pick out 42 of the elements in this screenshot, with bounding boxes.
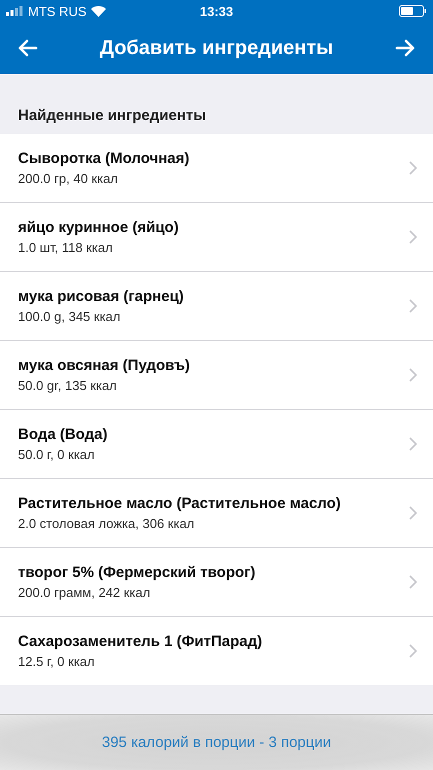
signal-icon [6,6,24,16]
ingredient-detail: 1.0 шт, 118 ккал [18,240,114,255]
ingredient-name: Растительное масло (Растительное масло) [18,495,342,512]
ingredient-row[interactable]: Вода (Вода) 50.0 г, 0 ккал [0,410,433,479]
chevron-icon [409,368,417,382]
screen-title: Добавить ингредиенты [100,36,334,60]
forward-arrow-icon [394,39,415,57]
ingredient-name: Сахарозаменитель 1 (ФитПарад) [18,633,264,650]
portion-summary: 395 калорий в порции - 3 порции [102,734,332,751]
chevron-icon [409,644,417,658]
ingredient-detail: 100.0 g, 345 ккал [18,309,122,324]
ingredient-detail: 200.0 гр, 40 ккал [18,171,119,186]
ingredient-detail: 50.0 г, 0 ккал [18,447,96,462]
ingredient-row[interactable]: Растительное масло (Растительное масло) 2.0 столовая ложка, 306 ккал [0,479,433,548]
carrier-name: MTS RUS [28,4,86,18]
chevron-icon [409,437,417,451]
ingredient-name: Вода (Вода) [18,426,108,443]
ingredient-detail: 12.5 г, 0 ккал [18,654,96,669]
ingredient-name: яйцо куринное (яйцо) [18,219,180,236]
chevron-icon [409,230,417,244]
chevron-icon [409,575,417,589]
chevron-icon [409,161,417,175]
ingredient-name: мука овсяная (Пудовъ) [18,357,191,374]
back-arrow-icon [18,39,38,57]
ingredient-row[interactable]: мука овсяная (Пудовъ) 50.0 gr, 135 ккал [0,341,433,410]
ingredient-row[interactable]: творог 5% (Фермерский творог) 200.0 грамм, 242 ккал [0,548,433,617]
ingredient-name: мука рисовая (гарнец) [18,288,185,305]
ingredient-name: творог 5% (Фермерский творог) [18,564,256,581]
wifi-icon [90,6,106,16]
chevron-icon [409,299,417,313]
ingredient-detail: 200.0 грамм, 242 ккал [18,585,152,600]
ingredient-row[interactable]: яйцо куринное (яйцо) 1.0 шт, 118 ккал [0,203,433,272]
section-title: Найденные ингредиенты [17,106,208,126]
ingredient-detail: 50.0 gr, 135 ккал [18,378,118,393]
ingredient-detail: 2.0 столовая ложка, 306 ккал [18,516,196,531]
ingredient-name: Сыворотка (Молочная) [18,150,190,167]
clock-time: 13:33 [200,4,234,18]
chevron-icon [409,506,417,520]
ingredient-row[interactable]: Сахарозаменитель 1 (ФитПарад) 12.5 г, 0 ккал [0,617,433,685]
ingredient-row[interactable]: Сыворотка (Молочная) 200.0 гр, 40 ккал [0,134,433,203]
ingredient-row[interactable]: мука рисовая (гарнец) 100.0 g, 345 ккал [0,272,433,341]
battery-icon [399,5,427,17]
